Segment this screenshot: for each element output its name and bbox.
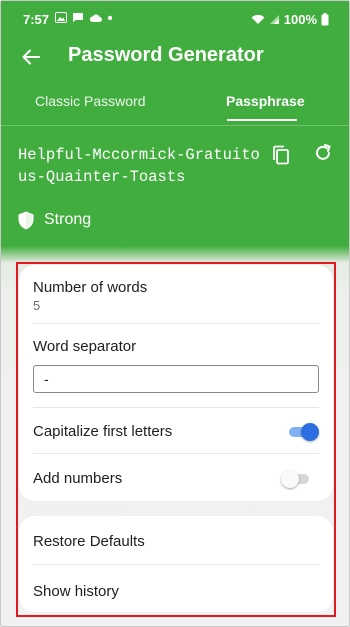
number-of-words-label: Number of words: [33, 279, 148, 296]
capitalize-toggle[interactable]: [287, 422, 319, 441]
show-history-row[interactable]: Show history: [19, 565, 333, 612]
notification-icons: [55, 12, 113, 23]
strength-label: Strong: [44, 211, 92, 228]
status-right: 100%: [251, 12, 329, 27]
copy-icon: [273, 145, 289, 165]
word-separator-label: Word separator: [33, 338, 137, 355]
phone-screen: 7:57 100% Password Generator Classic Pas…: [0, 0, 350, 627]
generated-passphrase: Helpful-Mccormick-Gratuitous-Quainter-To…: [18, 146, 260, 186]
image-icon: [55, 12, 67, 23]
tab-classic-password[interactable]: Classic Password: [35, 93, 145, 109]
restore-defaults-button[interactable]: Restore Defaults: [33, 533, 145, 550]
page-title: Password Generator: [68, 44, 264, 66]
shield-icon: [18, 211, 34, 229]
arrow-left-icon: [22, 49, 40, 65]
cloud-icon: [89, 14, 102, 22]
signal-icon: [269, 15, 279, 24]
regenerate-button[interactable]: [311, 141, 335, 165]
refresh-icon: [316, 144, 331, 160]
battery-percent: 100%: [283, 12, 317, 27]
toggle-thumb: [281, 470, 299, 488]
wifi-icon: [251, 14, 265, 24]
dot-icon: [107, 15, 113, 20]
strength-indicator: Strong: [18, 209, 91, 231]
tab-bar: Classic Password Passphrase: [1, 85, 349, 125]
status-time: 7:57: [23, 12, 50, 27]
show-history-button[interactable]: Show history: [33, 583, 119, 600]
app-bar: Password Generator: [1, 37, 349, 77]
actions-card: Restore Defaults Show history: [19, 516, 333, 612]
back-button[interactable]: [17, 43, 45, 71]
message-icon: [73, 13, 83, 22]
add-numbers-row[interactable]: Add numbers: [19, 454, 333, 501]
number-of-words-value: 5: [33, 298, 41, 313]
capitalize-label: Capitalize first letters: [33, 423, 173, 440]
status-bar: 7:57 100%: [1, 1, 349, 37]
toggle-thumb: [301, 423, 319, 441]
battery-icon: [321, 13, 329, 26]
number-of-words-row[interactable]: Number of words 5: [19, 265, 333, 323]
copy-button[interactable]: [269, 143, 293, 167]
options-card: Number of words 5 Word separator - Capit…: [19, 265, 333, 501]
add-numbers-label: Add numbers: [33, 470, 123, 487]
capitalize-row[interactable]: Capitalize first letters: [19, 408, 333, 453]
tab-passphrase[interactable]: Passphrase: [226, 93, 305, 109]
word-separator-input[interactable]: -: [33, 365, 319, 393]
restore-defaults-row[interactable]: Restore Defaults: [19, 516, 333, 564]
add-numbers-toggle[interactable]: [281, 469, 311, 488]
tab-indicator: [227, 119, 297, 121]
tab-divider: [1, 125, 349, 126]
